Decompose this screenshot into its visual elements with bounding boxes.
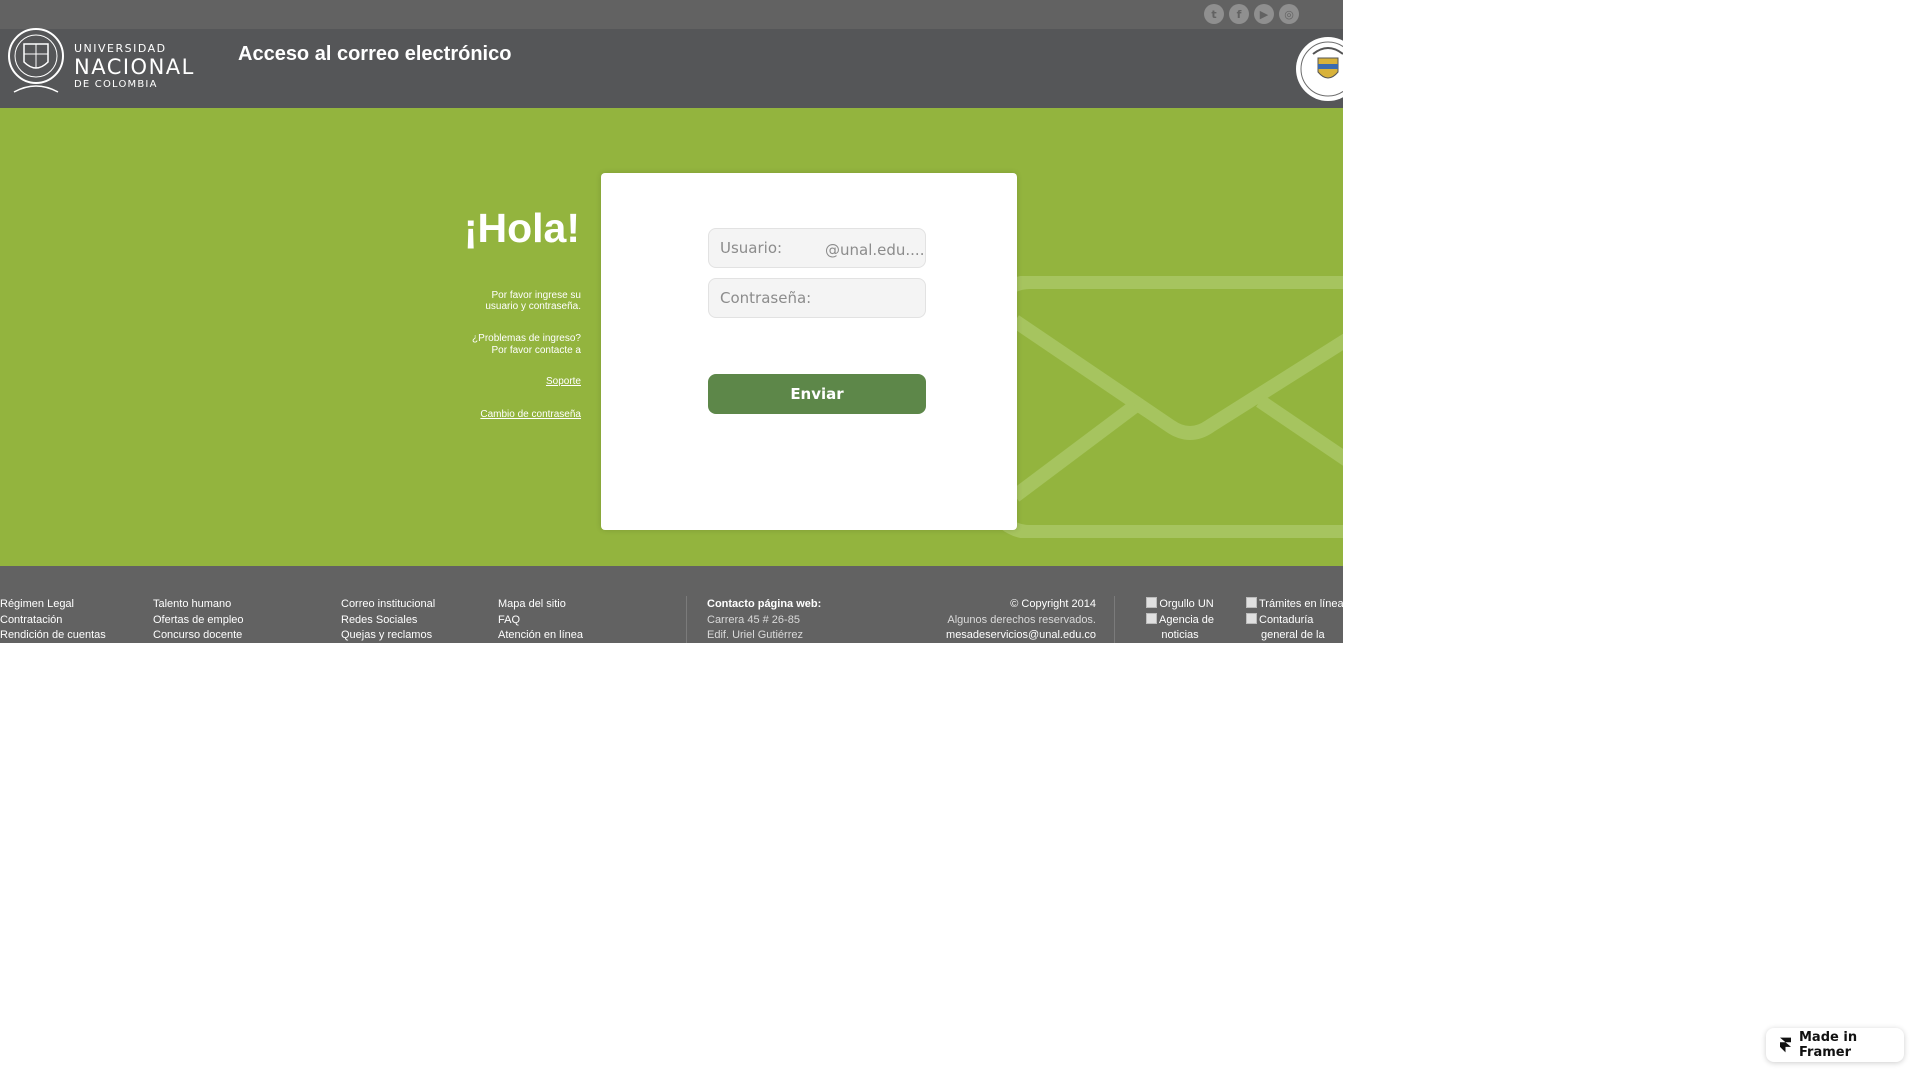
logo-alt-agencia: Agencia de [1159,613,1215,626]
problem-text-1: ¿Problemas de ingreso? [472,333,581,344]
page: t f ▶ ◎ UNIVERSIDAD NACIONAL DE COLOMBIA… [0,0,1343,643]
university-seal-icon[interactable] [6,22,66,100]
login-card: @unal.edu.... Enviar [601,173,1017,530]
footer-link-job-offers[interactable]: Ofertas de empleo [153,613,244,629]
agency-logo-link[interactable]: Orgullo UN Agencia de noticias [1146,597,1214,643]
footer-link-complaints[interactable]: Quejas y reclamos [341,628,435,643]
logo-alt-noticias: noticias [1161,629,1199,641]
social-bar: t f ▶ ◎ [0,0,1343,29]
hero-section: ¡Hola! Por favor ingrese su usuario y co… [0,108,1343,566]
footer-column-talent: Talento humano Ofertas de empleo Concurs… [153,597,244,643]
broken-image-icon [1246,612,1257,624]
footer-link-faq[interactable]: FAQ [498,613,583,629]
colombia-coat-of-arms-icon[interactable] [1295,36,1343,102]
rights-text: Algunos derechos reservados. [947,613,1096,626]
password-change-link[interactable]: Cambio de contraseña [480,409,581,421]
footer-divider [686,596,687,643]
logo-alt-orgullo: Orgullo UN [1159,598,1214,610]
footer-link-institutional-mail[interactable]: Correo institucional [341,597,435,613]
footer-link-sitemap[interactable]: Mapa del sitio [498,597,583,613]
footer-divider-2 [1114,596,1115,643]
twitter-icon[interactable]: t [1204,4,1224,24]
footer-link-human-talent[interactable]: Talento humano [153,597,244,613]
footer-link-online-attention[interactable]: Atención en línea [498,628,583,643]
footer-link-accountability[interactable]: Rendición de cuentas [0,628,106,643]
footer-column-sitemap: Mapa del sitio FAQ Atención en línea [498,597,583,643]
footer-link-legal-regime[interactable]: Régimen Legal [0,597,106,613]
instruction-text-2: usuario y contraseña. [485,301,581,312]
instagram-icon[interactable]: ◎ [1279,4,1299,24]
made-in-framer-badge[interactable]: Made in Framer [1766,1028,1904,1062]
footer-contact: Contacto página web: Carrera 45 # 26-85 … [707,597,821,643]
contact-address: Carrera 45 # 26-85 [707,613,800,626]
contact-building: Edif. Uriel Gutiérrez [707,629,803,641]
broken-image-icon [1146,597,1158,608]
broken-image-icon [1146,612,1157,624]
header: UNIVERSIDAD NACIONAL DE COLOMBIA Acceso … [0,28,1343,108]
framer-logo-icon [1780,1037,1791,1053]
logo-line-3: DE COLOMBIA [74,79,158,90]
password-input[interactable] [708,278,926,318]
footer: Régimen Legal Contratación Rendición de … [0,566,1343,643]
problem-text-2: Por favor contacte a [491,345,582,356]
footer-link-social-networks[interactable]: Redes Sociales [341,613,435,629]
logo-line-2: NACIONAL [74,55,195,79]
government-logo-link[interactable]: Trámites en línea Contaduría general de … [1246,597,1343,643]
envelope-icon [983,276,1343,538]
footer-column-legal: Régimen Legal Contratación Rendición de … [0,597,106,643]
broken-image-icon [1246,597,1257,608]
copyright-text: © Copyright 2014 [1010,598,1096,610]
facebook-icon[interactable]: f [1229,4,1249,24]
support-link[interactable]: Soporte [546,376,581,388]
footer-copyright: © Copyright 2014 Algunos derechos reserv… [946,597,1096,643]
send-button[interactable]: Enviar [708,374,926,414]
university-logo-text[interactable]: UNIVERSIDAD NACIONAL DE COLOMBIA [74,43,195,91]
logo-line-1: UNIVERSIDAD [74,42,167,55]
greeting-heading: ¡Hola! [463,205,580,251]
logo-alt-tramites: Trámites en línea [1259,598,1343,610]
framer-badge-label: Made in Framer [1799,1030,1858,1060]
page-title: Acceso al correo electrónico [238,43,512,65]
footer-link-teaching-contest[interactable]: Concurso docente [153,628,244,643]
support-email-link[interactable]: mesadeservicios@unal.edu.co [946,628,1096,643]
username-input[interactable] [708,228,926,268]
logo-alt-general: general de la [1261,629,1325,641]
youtube-icon[interactable]: ▶ [1254,4,1274,24]
footer-link-contracting[interactable]: Contratación [0,613,106,629]
logo-alt-contaduria: Contaduría [1259,613,1314,626]
footer-column-mail: Correo institucional Redes Sociales Quej… [341,597,435,643]
contact-title: Contacto página web: [707,598,822,610]
